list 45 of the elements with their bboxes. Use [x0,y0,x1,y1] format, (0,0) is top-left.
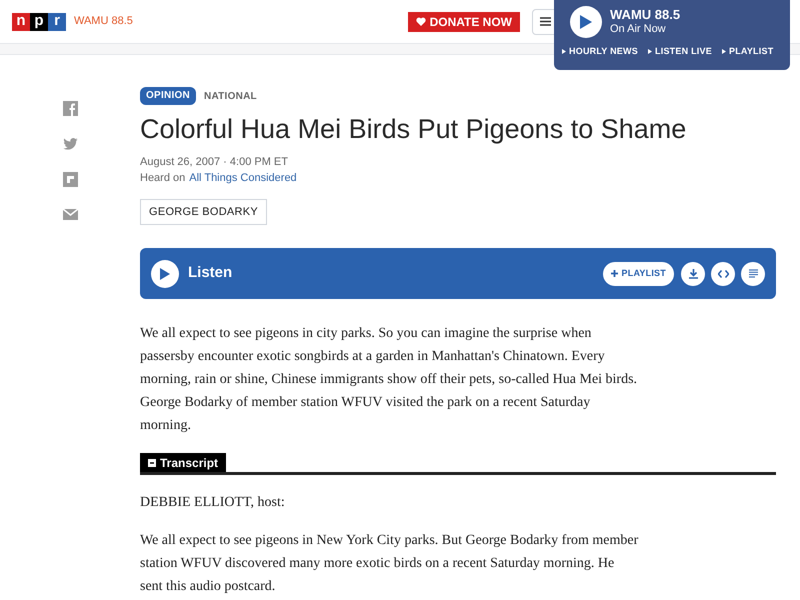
station-logo: WAMU 88.5 [74,14,133,30]
play-icon [160,268,170,280]
heart-icon [416,17,426,26]
listen-label: Listen [188,263,232,284]
triangle-icon [562,49,566,54]
collapse-icon [148,458,156,466]
text-lines-icon [748,269,758,278]
embed-button[interactable] [711,262,735,286]
logo-letter: r [48,12,66,30]
dateline: August 26, 2007 · 4:00 PM ET [140,155,289,170]
email-icon[interactable] [62,209,78,220]
author-link[interactable]: GEORGE BODARKY [140,199,267,225]
facebook-icon[interactable] [62,101,78,116]
donate-button[interactable]: DONATE NOW [408,12,520,32]
station-name: WAMU 88.5 [610,7,680,24]
player-link[interactable]: HOURLY NEWS [562,45,638,58]
add-to-playlist-button[interactable]: PLAYLIST [602,262,674,286]
article-summary: We all expect to see pigeons in city parks. So you can imagine the surprise when passersby encounter exotic songbirds at a garden in Manhattan's Chinatown. Every morning, rain or shine, Chinese immigrants show off their pets, so-called Hua Mei birds. George Bodarky of member station WFUV visited the park on a recent Saturday morning. [140,325,638,435]
plus-icon [610,270,618,277]
transcript-paragraph: DEBBIE ELLIOTT, host: [140,494,286,512]
on-air-status: On Air Now [610,23,667,37]
play-button[interactable] [151,260,179,288]
category-link[interactable]: NATIONAL [204,88,257,104]
play-button[interactable] [570,6,602,38]
download-button[interactable] [681,262,705,286]
npr-logo[interactable]: n p r [12,12,66,30]
category-badge[interactable]: OPINION [140,87,196,105]
play-icon [580,15,592,29]
player-link[interactable]: PLAYLIST [722,45,774,58]
twitter-icon[interactable] [62,138,78,150]
download-icon [688,268,698,278]
heard-on-label: Heard on [140,171,186,186]
logo-letter: p [30,12,48,30]
article-title: Colorful Hua Mei Birds Put Pigeons to Shame [140,113,688,145]
logo-letter: n [12,12,30,30]
code-icon [718,270,728,278]
program-link[interactable]: All Things Considered [189,170,297,186]
triangle-icon [648,49,652,54]
transcript-tab[interactable]: Transcript [140,453,226,472]
transcript-button[interactable] [741,262,765,286]
transcript-paragraph: We all expect to see pigeons in New York City parks. But George Bodarky from member station WFUV discovered many more exotic birds on a recent Saturday morning. He sent this audio postcard. [140,532,640,596]
flipboard-icon[interactable] [62,172,78,187]
menu-icon [540,17,550,26]
triangle-icon [722,49,726,54]
player-link[interactable]: LISTEN LIVE [648,45,712,58]
